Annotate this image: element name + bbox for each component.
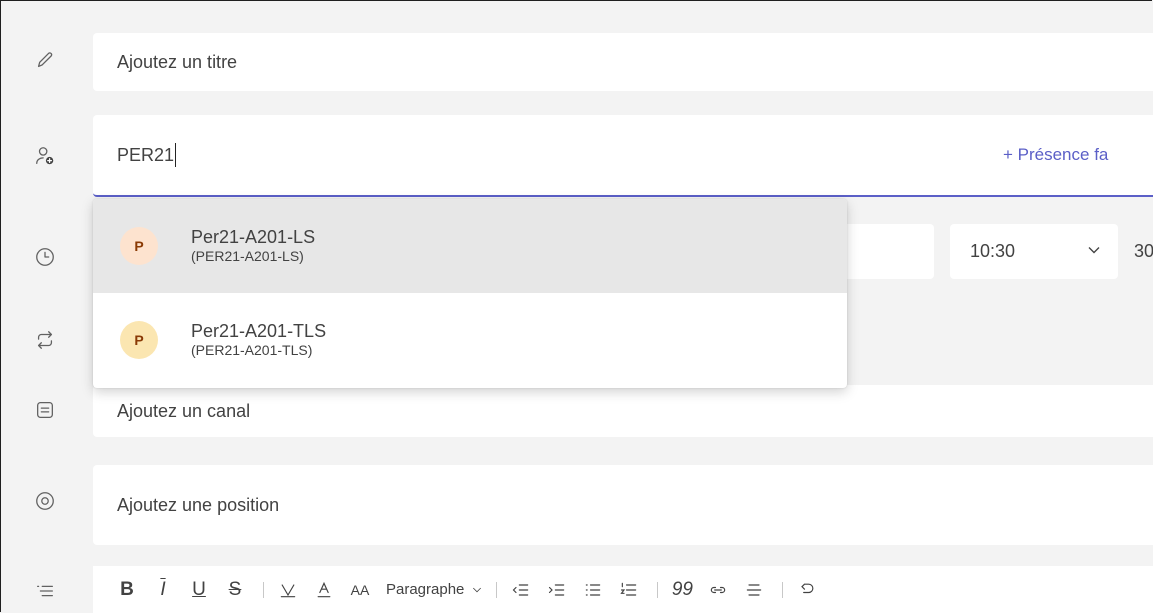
underline-button[interactable]: U — [183, 573, 215, 607]
attendee-input[interactable]: PER21 + Présence fa — [93, 115, 1153, 197]
avatar: P — [120, 227, 158, 265]
repeat-icon — [30, 325, 60, 355]
font-color-icon[interactable] — [308, 573, 340, 607]
attendee-value: PER21 — [117, 144, 175, 165]
start-time-select[interactable]: 10:30 — [950, 224, 1118, 279]
bulleted-list-icon[interactable] — [577, 573, 609, 607]
toolbar-divider — [263, 581, 264, 598]
suggestion-item[interactable]: P Per21-A201-TLS (PER21-A201-TLS) — [93, 293, 847, 387]
clock-icon — [30, 242, 60, 272]
outdent-icon[interactable] — [505, 573, 537, 607]
font-size-button[interactable]: AA — [344, 573, 376, 607]
link-icon[interactable] — [702, 573, 734, 607]
toolbar-divider — [657, 581, 659, 598]
suggestion-item[interactable]: P Per21-A201-LS (PER21-A201-LS) — [93, 199, 847, 293]
quote-button[interactable]: 99 — [666, 573, 698, 607]
avatar: P — [120, 321, 158, 359]
strikethrough-button[interactable]: S — [219, 573, 251, 607]
title-placeholder: Ajoutez un titre — [117, 51, 238, 72]
indent-icon[interactable] — [541, 573, 573, 607]
end-time-partial[interactable]: 30 — [1134, 224, 1153, 279]
suggestion-name: Per21-A201-LS — [191, 227, 316, 247]
details-list-icon — [30, 576, 60, 606]
location-icon — [30, 486, 60, 516]
formatting-toolbar: B I U S AA Paragraphe 99 — [93, 566, 1153, 613]
suggestion-name: Per21-A201-TLS — [191, 321, 327, 341]
toolbar-divider — [782, 581, 784, 598]
suggestion-email: (PER21-A201-LS) — [191, 248, 304, 264]
text-caret — [175, 143, 177, 167]
suggestion-email: (PER21-A201-TLS) — [191, 342, 313, 358]
add-person-icon — [30, 141, 60, 171]
toolbar-divider — [496, 581, 498, 598]
chevron-down-icon — [473, 587, 482, 592]
paragraph-label: Paragraphe — [386, 581, 465, 598]
italic-button[interactable]: I — [147, 573, 179, 607]
location-field[interactable]: Ajoutez une position — [93, 465, 1153, 545]
bold-button[interactable]: B — [111, 573, 143, 607]
highlight-icon[interactable] — [272, 573, 304, 607]
undo-icon[interactable] — [791, 573, 823, 607]
channel-icon — [30, 395, 60, 425]
horizontal-rule-icon[interactable] — [738, 573, 770, 607]
title-field[interactable]: Ajoutez un titre — [93, 33, 1153, 91]
channel-placeholder: Ajoutez un canal — [117, 400, 251, 421]
pencil-icon — [30, 45, 60, 75]
chevron-down-icon — [1084, 240, 1104, 265]
presence-link[interactable]: + Présence fa — [1003, 115, 1153, 195]
attendee-suggestions: P Per21-A201-LS (PER21-A201-LS) P Per21-… — [93, 199, 847, 388]
channel-field[interactable]: Ajoutez un canal — [93, 385, 1153, 437]
numbered-list-icon[interactable] — [613, 573, 645, 607]
start-time-value: 10:30 — [970, 241, 1016, 261]
location-placeholder: Ajoutez une position — [117, 494, 280, 515]
paragraph-select[interactable]: Paragraphe — [386, 573, 484, 607]
